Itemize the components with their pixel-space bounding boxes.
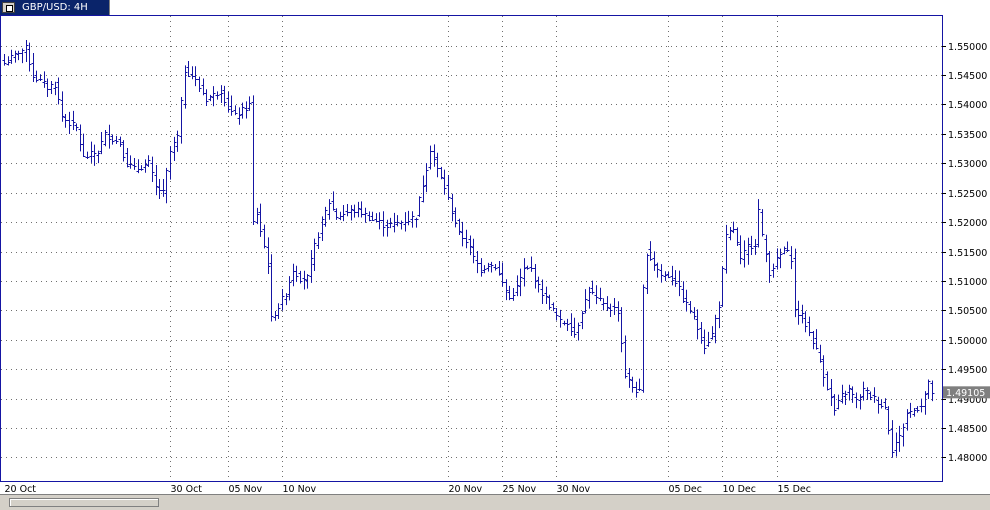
- chart-window-title: GBP/USD: 4H: [22, 2, 88, 13]
- y-tick-label: 1.54000: [948, 100, 987, 111]
- y-tick-label: 1.51500: [948, 248, 987, 259]
- x-tick-label: 20 Nov: [449, 484, 483, 494]
- y-tick-label: 1.52500: [948, 189, 987, 200]
- x-tick-label: 05 Nov: [229, 484, 263, 494]
- x-tick-label: 05 Dec: [669, 484, 703, 494]
- current-price-label: 1.49105: [946, 388, 985, 399]
- y-tick-label: 1.51000: [948, 277, 987, 288]
- chart-window-tab[interactable]: GBP/USD: 4H: [0, 0, 110, 15]
- window-menu-icon[interactable]: [2, 2, 15, 13]
- scrollbar-thumb[interactable]: [9, 498, 159, 507]
- y-tick-label: 1.48000: [948, 453, 987, 464]
- y-tick-label: 1.53500: [948, 130, 987, 141]
- y-tick-label: 1.49500: [948, 365, 987, 376]
- x-tick-label: 30 Nov: [557, 484, 591, 494]
- x-tick-label: 25 Nov: [503, 484, 537, 494]
- y-tick-label: 1.50500: [948, 306, 987, 317]
- time-axis: 20 Oct 30 Oct 05 Nov 10 Nov 20 Nov 25 Nov 30 N…: [5, 484, 812, 494]
- y-tick-label: 1.52000: [948, 218, 987, 229]
- x-tick-label: 10 Dec: [723, 484, 757, 494]
- y-tick-label: 1.55000: [948, 42, 987, 53]
- y-tick-label: 1.50000: [948, 336, 987, 347]
- x-tick-label: 10 Nov: [283, 484, 317, 494]
- x-tick-label: 15 Dec: [778, 484, 812, 494]
- x-tick-label: 20 Oct: [5, 484, 37, 494]
- price-axis: 1.55000 1.54500 1.54000 1.53500 1.53000 1.525…: [942, 42, 987, 464]
- y-tick-label: 1.48500: [948, 424, 987, 435]
- plot-frame: [0, 15, 943, 482]
- current-price-tag: 1.49105: [943, 386, 990, 399]
- x-tick-label: 30 Oct: [171, 484, 203, 494]
- horizontal-scrollbar[interactable]: [0, 494, 990, 510]
- price-chart[interactable]: 1.55000 1.54500 1.54000 1.53500 1.53000 1.525…: [0, 0, 990, 494]
- y-tick-label: 1.53000: [948, 159, 987, 170]
- y-tick-label: 1.54500: [948, 71, 987, 82]
